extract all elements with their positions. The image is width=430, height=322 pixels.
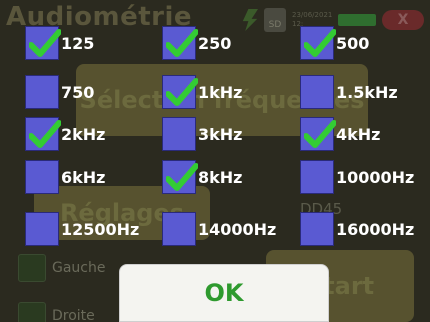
frequency-option[interactable]: 16000Hz xyxy=(300,212,414,246)
right-ear-label: Droite xyxy=(52,308,95,322)
frequency-checkbox[interactable] xyxy=(25,75,59,109)
frequency-label: 2kHz xyxy=(61,124,106,144)
check-mark-icon xyxy=(29,29,61,57)
frequency-option[interactable]: 14000Hz xyxy=(162,212,276,246)
frequency-checkbox[interactable] xyxy=(162,160,198,194)
left-ear-label: Gauche xyxy=(52,260,106,276)
frequency-option[interactable]: 250 xyxy=(162,26,231,60)
frequency-label: 3kHz xyxy=(198,124,243,144)
frequency-checkbox[interactable] xyxy=(162,117,196,151)
frequency-label: 10000Hz xyxy=(336,167,415,187)
frequency-checkbox[interactable] xyxy=(162,26,198,60)
check-mark-icon xyxy=(166,163,198,191)
check-mark-icon xyxy=(166,78,198,106)
frequency-checkbox[interactable] xyxy=(300,26,336,60)
frequency-checkbox[interactable] xyxy=(25,212,59,246)
frequency-checkbox[interactable] xyxy=(25,160,59,194)
frequency-checkbox[interactable] xyxy=(300,160,334,194)
frequency-option[interactable]: 500 xyxy=(300,26,369,60)
frequency-label: 1.5kHz xyxy=(336,82,398,102)
frequency-checkbox[interactable] xyxy=(162,212,196,246)
frequency-label: 750 xyxy=(61,82,95,102)
left-ear-toggle[interactable]: Gauche xyxy=(18,254,105,282)
frequency-checkbox[interactable] xyxy=(300,75,334,109)
frequency-label: 4kHz xyxy=(336,124,381,144)
frequency-checkbox[interactable] xyxy=(300,117,336,151)
date-text: 23/06/2021 xyxy=(292,11,333,19)
frequency-label: 125 xyxy=(61,33,95,53)
frequency-label: 1kHz xyxy=(198,82,243,102)
frequency-label: 8kHz xyxy=(198,167,243,187)
frequency-option[interactable]: 3kHz xyxy=(162,117,242,151)
frequency-option[interactable]: 750 xyxy=(25,75,94,109)
frequency-option[interactable]: 125 xyxy=(25,26,94,60)
frequency-label: 6kHz xyxy=(61,167,106,187)
right-ear-checkbox[interactable] xyxy=(18,302,46,322)
frequency-option[interactable]: 10000Hz xyxy=(300,160,414,194)
frequency-label: 12500Hz xyxy=(61,219,140,239)
frequency-label: 500 xyxy=(336,33,370,53)
frequency-option[interactable]: 12500Hz xyxy=(25,212,139,246)
frequency-label: 250 xyxy=(198,33,232,53)
sd-card-icon: SD xyxy=(264,8,286,32)
left-ear-checkbox[interactable] xyxy=(18,254,46,282)
frequency-checkbox[interactable] xyxy=(162,75,198,109)
frequency-label: 14000Hz xyxy=(198,219,277,239)
frequency-option[interactable]: 4kHz xyxy=(300,117,380,151)
frequency-checkbox[interactable] xyxy=(25,26,61,60)
ok-button[interactable]: OK xyxy=(119,264,329,322)
close-button[interactable]: X xyxy=(382,10,424,30)
frequency-option[interactable]: 2kHz xyxy=(25,117,105,151)
frequency-option[interactable]: 1kHz xyxy=(162,75,242,109)
frequency-option[interactable]: 6kHz xyxy=(25,160,105,194)
check-mark-icon xyxy=(29,120,61,148)
right-ear-toggle[interactable]: Droite xyxy=(18,302,95,322)
check-mark-icon xyxy=(166,29,198,57)
frequency-option[interactable]: 8kHz xyxy=(162,160,242,194)
check-mark-icon xyxy=(304,120,336,148)
frequency-checkbox[interactable] xyxy=(25,117,61,151)
check-mark-icon xyxy=(304,29,336,57)
audiometry-screen: Audiométrie SD 23/06/2021 12: X Sélectio… xyxy=(0,0,430,322)
battery-icon xyxy=(338,14,376,26)
frequency-label: 16000Hz xyxy=(336,219,415,239)
frequency-checkbox[interactable] xyxy=(300,212,334,246)
charging-icon xyxy=(242,9,258,31)
frequency-option[interactable]: 1.5kHz xyxy=(300,75,398,109)
